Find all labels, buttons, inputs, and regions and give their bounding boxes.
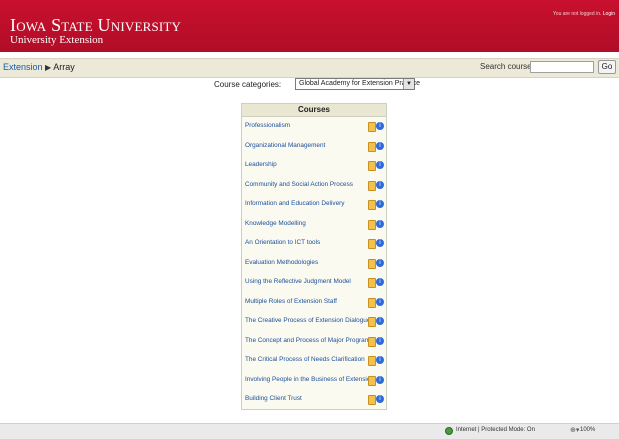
course-link[interactable]: Using the Reflective Judgment Model — [245, 278, 351, 285]
info-icon[interactable]: i — [376, 161, 384, 169]
course-row: The Concept and Process of Major Program… — [242, 335, 386, 349]
courses-list: Courses Professionalism i Organizational… — [241, 103, 387, 410]
info-icon[interactable]: i — [376, 239, 384, 247]
search-courses-label: Search courses — [480, 62, 536, 71]
summary-icon[interactable] — [368, 180, 376, 191]
course-link[interactable]: Building Client Trust — [245, 395, 302, 402]
summary-icon[interactable] — [368, 219, 376, 230]
login-link[interactable]: Login — [603, 11, 615, 17]
course-link[interactable]: The Creative Process of Extension Dialog… — [245, 317, 370, 324]
course-link[interactable]: Evaluation Methodologies — [245, 259, 318, 266]
info-icon[interactable]: i — [376, 375, 384, 384]
summary-icon[interactable] — [368, 395, 376, 405]
course-row: Information and Education Delivery i — [242, 198, 386, 212]
course-link[interactable]: Knowledge Modelling — [245, 220, 306, 227]
course-row: The Critical Process of Needs Clarificat… — [242, 354, 386, 368]
info-icon[interactable]: i — [376, 356, 384, 364]
site-header: Iowa State University University Extensi… — [0, 0, 619, 52]
info-icon[interactable]: i — [376, 219, 384, 228]
breadcrumb-current: Array — [53, 62, 75, 72]
course-link[interactable]: An Orientation to ICT tools — [245, 239, 320, 246]
info-icon[interactable]: i — [376, 122, 384, 130]
go-button[interactable]: Go — [598, 60, 616, 74]
course-row: The Creative Process of Extension Dialog… — [242, 315, 386, 329]
breadcrumb-separator-icon: ▶ — [45, 63, 52, 72]
course-row: Organizational Management i — [242, 140, 386, 154]
extension-subtitle: University Extension — [10, 34, 104, 46]
dropdown-arrow-icon[interactable]: ▼ — [403, 79, 414, 89]
security-zone-text: Internet | Protected Mode: On — [456, 427, 535, 433]
zoom-magnifier-icon[interactable]: ⊕▾ — [570, 426, 579, 434]
info-icon[interactable]: i — [376, 141, 384, 150]
search-courses-input[interactable] — [530, 61, 594, 73]
summary-icon[interactable] — [368, 141, 376, 152]
login-status-text: You are not logged in. — [552, 11, 603, 17]
course-row: Involving People in the Business of Exte… — [242, 374, 386, 388]
summary-icon[interactable] — [368, 122, 376, 132]
summary-icon[interactable] — [368, 200, 376, 210]
summary-icon[interactable] — [368, 258, 376, 269]
summary-icon[interactable] — [368, 239, 376, 249]
course-row: Evaluation Methodologies i — [242, 257, 386, 271]
course-link[interactable]: Organizational Management — [245, 142, 325, 149]
browser-status-bar: Internet | Protected Mode: On ⊕▾ 100% — [0, 423, 619, 439]
info-icon[interactable]: i — [376, 336, 384, 345]
summary-icon[interactable] — [368, 161, 376, 171]
summary-icon[interactable] — [368, 278, 376, 288]
course-row: Using the Reflective Judgment Model i — [242, 276, 386, 290]
course-categories-value: Global Academy for Extension Practice — [299, 80, 421, 87]
course-link[interactable]: The Concept and Process of Major Program… — [245, 337, 373, 344]
course-row: Multiple Roles of Extension Staff i — [242, 296, 386, 310]
course-link[interactable]: The Critical Process of Needs Clarificat… — [245, 356, 365, 363]
course-categories-select[interactable]: Global Academy for Extension Practice ▼ — [295, 78, 420, 90]
breadcrumb-extension-link[interactable]: Extension — [3, 62, 43, 72]
course-categories-label: Course categories: — [214, 80, 282, 89]
summary-icon[interactable] — [368, 356, 376, 366]
course-row: Community and Social Action Process i — [242, 179, 386, 193]
info-icon[interactable]: i — [376, 180, 384, 189]
login-info: You are not logged in. Login — [553, 11, 615, 17]
course-link[interactable]: Leadership — [245, 161, 277, 168]
course-link[interactable]: Information and Education Delivery — [245, 200, 344, 207]
summary-icon[interactable] — [368, 375, 376, 386]
summary-icon[interactable] — [368, 317, 376, 327]
info-icon[interactable]: i — [376, 395, 384, 403]
info-icon[interactable]: i — [376, 297, 384, 306]
breadcrumb: Extension ▶ Array — [3, 62, 75, 73]
summary-icon[interactable] — [368, 336, 376, 347]
university-title[interactable]: Iowa State University — [10, 16, 181, 34]
info-icon[interactable]: i — [376, 258, 384, 267]
course-row: Professionalism i — [242, 120, 386, 134]
navbar: Extension ▶ Array Search courses Go — [0, 58, 619, 78]
course-row: Leadership i — [242, 159, 386, 173]
summary-icon[interactable] — [368, 297, 376, 308]
info-icon[interactable]: i — [376, 200, 384, 208]
zoom-level[interactable]: 100% — [580, 427, 595, 433]
info-icon[interactable]: i — [376, 317, 384, 325]
course-link[interactable]: Professionalism — [245, 122, 290, 129]
course-link[interactable]: Multiple Roles of Extension Staff — [245, 298, 337, 305]
course-row: Knowledge Modelling i — [242, 218, 386, 232]
course-row: Building Client Trust i — [242, 393, 386, 407]
course-link[interactable]: Community and Social Action Process — [245, 181, 353, 188]
globe-icon — [445, 427, 453, 435]
course-link[interactable]: Involving People in the Business of Exte… — [245, 376, 374, 383]
course-row: An Orientation to ICT tools i — [242, 237, 386, 251]
courses-heading: Courses — [242, 104, 386, 117]
info-icon[interactable]: i — [376, 278, 384, 286]
